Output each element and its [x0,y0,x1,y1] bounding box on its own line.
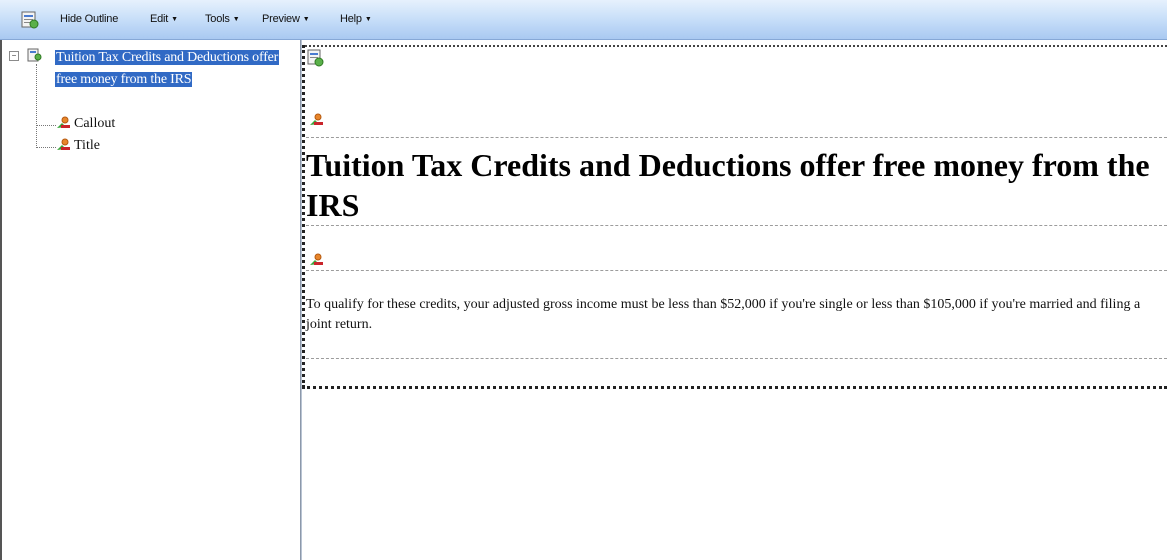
region-divider [306,137,1167,138]
page-boundary [302,45,305,388]
hide-outline-button[interactable]: Hide Outline [60,13,118,25]
component-icon [57,138,70,150]
preview-menu-label: Preview [262,13,300,25]
chevron-down-icon: ▼ [232,16,240,23]
tree-connector [36,147,56,148]
edit-menu[interactable]: Edit ▼ [150,13,178,25]
region-divider [306,358,1167,359]
document-title[interactable]: Tuition Tax Credits and Deductions offer… [306,145,1156,225]
tools-menu-label: Tools [205,13,230,25]
page-icon[interactable] [20,10,40,30]
tree-connector [36,125,56,126]
outline-item-label: Title [74,138,100,153]
outline-item-title[interactable]: Title [56,137,100,157]
help-menu[interactable]: Help ▼ [340,13,372,25]
region-divider [306,225,1167,226]
tools-menu[interactable]: Tools ▼ [205,13,240,25]
component-icon[interactable] [309,112,325,126]
component-icon [57,116,70,128]
tree-connector [36,64,37,148]
collapse-toggle[interactable]: − [9,51,19,61]
chevron-down-icon: ▼ [364,16,372,23]
page-boundary [302,386,1167,389]
toolbar: Hide Outline Edit ▼ Tools ▼ Preview ▼ Help ▼ [0,0,1167,40]
callout-text[interactable]: To qualify for these credits, your adjus… [306,295,1164,335]
chevron-down-icon: ▼ [302,16,310,23]
page-boundary [302,45,1167,47]
outline-panel [2,40,300,560]
help-menu-label: Help [340,13,362,25]
region-divider [306,270,1167,271]
page-icon[interactable] [306,48,326,68]
chevron-down-icon: ▼ [171,16,178,23]
outline-root-item[interactable]: Tuition Tax Credits and Deductions offer… [55,47,301,91]
page-icon [27,48,42,62]
outline-item-label: Callout [74,116,116,131]
outline-item-callout[interactable]: Callout [56,115,115,135]
component-icon[interactable] [309,252,325,266]
hide-outline-label: Hide Outline [60,13,119,25]
outline-root-label: Tuition Tax Credits and Deductions offer… [55,50,280,87]
preview-menu[interactable]: Preview ▼ [262,13,310,25]
edit-menu-label: Edit [150,13,169,25]
